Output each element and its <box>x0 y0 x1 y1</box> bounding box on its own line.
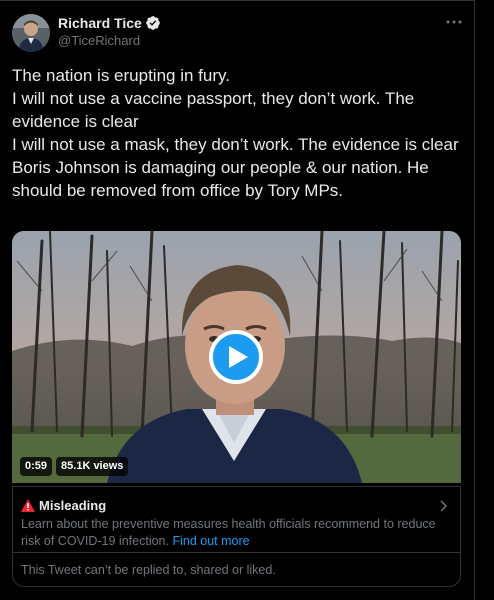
more-options-button[interactable] <box>444 12 464 32</box>
video-views-badge: 85.1K views <box>56 457 129 476</box>
video-badges: 0:59 85.1K views <box>20 457 129 476</box>
reply-restriction-notice: This Tweet can’t be replied to, shared o… <box>21 563 276 577</box>
verified-badge-icon <box>145 16 160 30</box>
video-duration-badge: 0:59 <box>20 457 53 476</box>
tweet-line: I will not use a mask, they don’t work. … <box>12 135 459 154</box>
misleading-label-text: Learn about the preventive measures heal… <box>21 516 451 550</box>
misleading-label-title: Misleading <box>39 498 107 513</box>
play-icon <box>229 346 248 368</box>
play-button[interactable] <box>209 330 263 384</box>
misleading-label-header: Misleading <box>21 498 106 513</box>
more-icon <box>446 20 462 24</box>
tweet-line: Boris Johnson is damaging our people & o… <box>12 158 429 200</box>
timeline-border <box>474 0 475 600</box>
author-name-text[interactable]: Richard Tice <box>58 15 142 31</box>
misleading-label-card[interactable]: Misleading Learn about the preventive me… <box>12 486 461 587</box>
tweet[interactable]: Richard Tice @TiceRichard The nation is … <box>0 0 474 600</box>
tweet-text: The nation is erupting in fury. I will n… <box>12 64 467 202</box>
tweet-line: The nation is erupting in fury. <box>12 66 230 85</box>
avatar[interactable] <box>12 14 50 52</box>
tweet-line: I will not use a vaccine passport, they … <box>12 89 415 131</box>
author-handle[interactable]: @TiceRichard <box>58 33 140 48</box>
find-out-more-link[interactable]: Find out more <box>172 534 249 548</box>
warning-icon <box>21 499 35 512</box>
label-divider <box>13 552 460 553</box>
author-name[interactable]: Richard Tice <box>58 15 161 31</box>
chevron-right-icon[interactable] <box>438 500 448 512</box>
video-player[interactable]: 0:59 85.1K views <box>12 231 461 483</box>
